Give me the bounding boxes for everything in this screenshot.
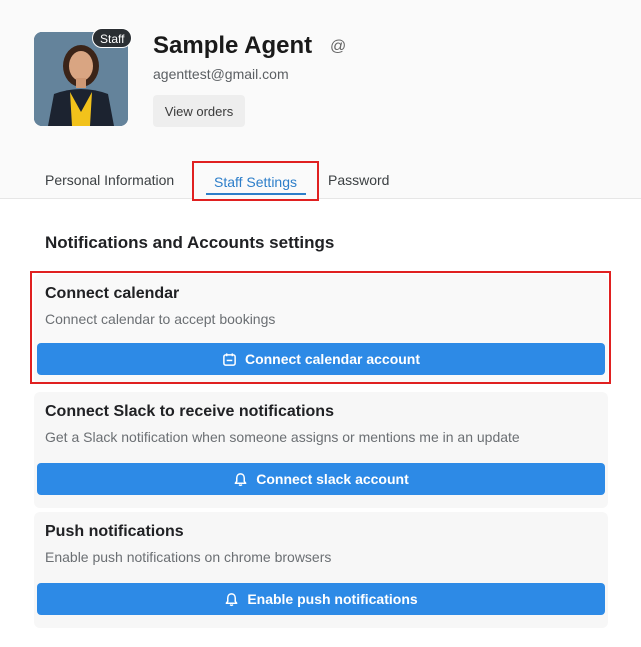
profile-name: Sample Agent — [153, 32, 313, 59]
profile-email: agenttest@gmail.com — [153, 66, 289, 82]
connect-slack-card: Connect Slack to receive notifications G… — [34, 392, 608, 508]
card-description: Enable push notifications on chrome brow… — [45, 549, 332, 565]
button-label: Connect calendar account — [244, 351, 421, 367]
bell-icon — [225, 592, 238, 606]
bell-icon — [234, 472, 247, 486]
calendar-icon — [223, 352, 236, 366]
active-tab-indicator — [206, 193, 306, 195]
card-title: Connect calendar — [45, 285, 180, 302]
connect-slack-button[interactable]: Connect slack account — [37, 463, 605, 495]
card-description: Get a Slack notification when someone as… — [45, 429, 520, 445]
enable-push-notifications-button[interactable]: Enable push notifications — [37, 583, 605, 615]
at-icon: @ — [330, 38, 347, 55]
view-orders-button[interactable]: View orders — [153, 95, 245, 127]
button-label: Connect slack account — [256, 471, 409, 487]
push-notifications-card: Push notifications Enable push notificat… — [34, 512, 608, 628]
section-title: Notifications and Accounts settings — [45, 233, 335, 252]
tab-staff-settings[interactable]: Staff Settings — [192, 161, 319, 201]
connect-calendar-button[interactable]: Connect calendar account — [37, 343, 605, 375]
button-label: Enable push notifications — [247, 591, 418, 607]
profile-header: Staff Sample Agent @ agenttest@gmail.com… — [0, 0, 641, 201]
card-title: Push notifications — [45, 523, 184, 540]
card-description: Connect calendar to accept bookings — [45, 311, 276, 327]
tab-personal-information[interactable]: Personal Information — [45, 160, 174, 200]
card-title: Connect Slack to receive notifications — [45, 403, 334, 420]
tab-bar: Personal Information Staff Settings Pass… — [0, 160, 641, 201]
tab-password[interactable]: Password — [328, 160, 389, 200]
connect-calendar-card: Connect calendar Connect calendar to acc… — [34, 274, 608, 384]
staff-badge: Staff — [92, 28, 133, 48]
